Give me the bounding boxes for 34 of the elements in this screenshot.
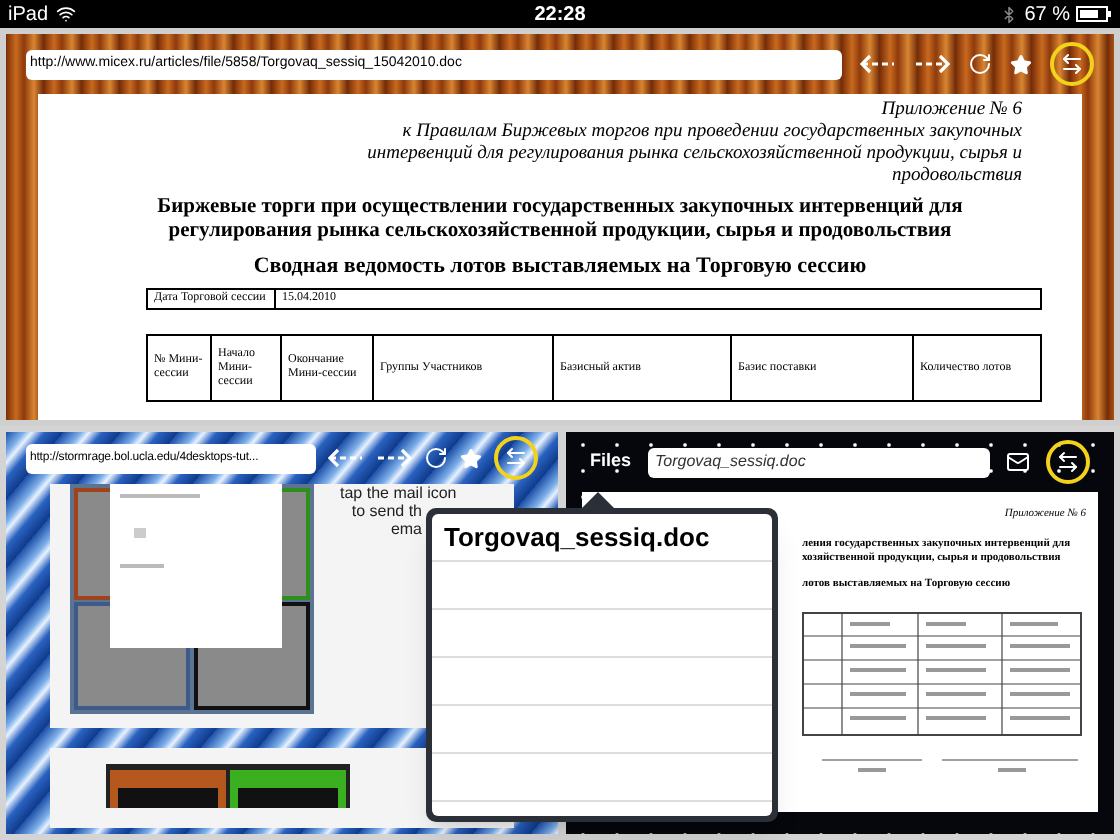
- clock: 22:28: [532, 1, 588, 29]
- tutorial-text: to send th: [351, 502, 422, 520]
- tutorial-text: tap the mail icon: [340, 484, 457, 502]
- appendix-text: Приложение № 6: [881, 100, 1022, 122]
- swap-icon: [504, 446, 528, 470]
- document-subheading: Сводная ведомость лотов выставляемых на Торговую сессию: [253, 254, 867, 280]
- appendix-text: интервенций для регулирования рынка сельскохозяйственной продукции, сырья и: [367, 144, 1022, 166]
- back-icon[interactable]: [860, 54, 896, 74]
- files-button[interactable]: Files: [590, 448, 632, 476]
- file-name-field[interactable]: Torgovaq_sessiq.doc: [647, 447, 990, 477]
- reload-icon[interactable]: [968, 52, 992, 76]
- appendix-text: продовольствия: [891, 166, 1022, 188]
- swap-button[interactable]: [1046, 440, 1090, 484]
- swap-icon: [1056, 450, 1080, 474]
- battery-icon: [1076, 6, 1112, 22]
- forward-icon[interactable]: [376, 448, 412, 468]
- battery-percent: 67 %: [1024, 1, 1070, 29]
- bookmark-star-icon[interactable]: [460, 447, 482, 469]
- back-icon[interactable]: [328, 448, 364, 468]
- document-heading: регулирования рынка сельскохозяйственной продукции, сырья и продовольствия: [168, 220, 952, 244]
- swap-button[interactable]: [1050, 42, 1094, 86]
- device-name: iPad: [8, 1, 49, 29]
- bookmark-star-icon[interactable]: [1010, 53, 1032, 75]
- swap-button[interactable]: [494, 436, 538, 480]
- document-heading: Биржевые торги при осуществлении государственных закупочных интервенций для: [157, 196, 963, 220]
- appendix-text: к Правилам Биржевых торгов при проведении государственных закупочных: [402, 122, 1022, 144]
- popover-title: Torgovaq_sessiq.doc: [432, 514, 772, 562]
- wifi-icon: [56, 4, 77, 24]
- tutorial-text: ema: [390, 520, 422, 538]
- bluetooth-icon: [1000, 5, 1019, 23]
- forward-icon[interactable]: [914, 54, 950, 74]
- swap-icon: [1060, 52, 1084, 76]
- mail-icon[interactable]: [1006, 450, 1030, 474]
- reload-icon[interactable]: [424, 446, 448, 470]
